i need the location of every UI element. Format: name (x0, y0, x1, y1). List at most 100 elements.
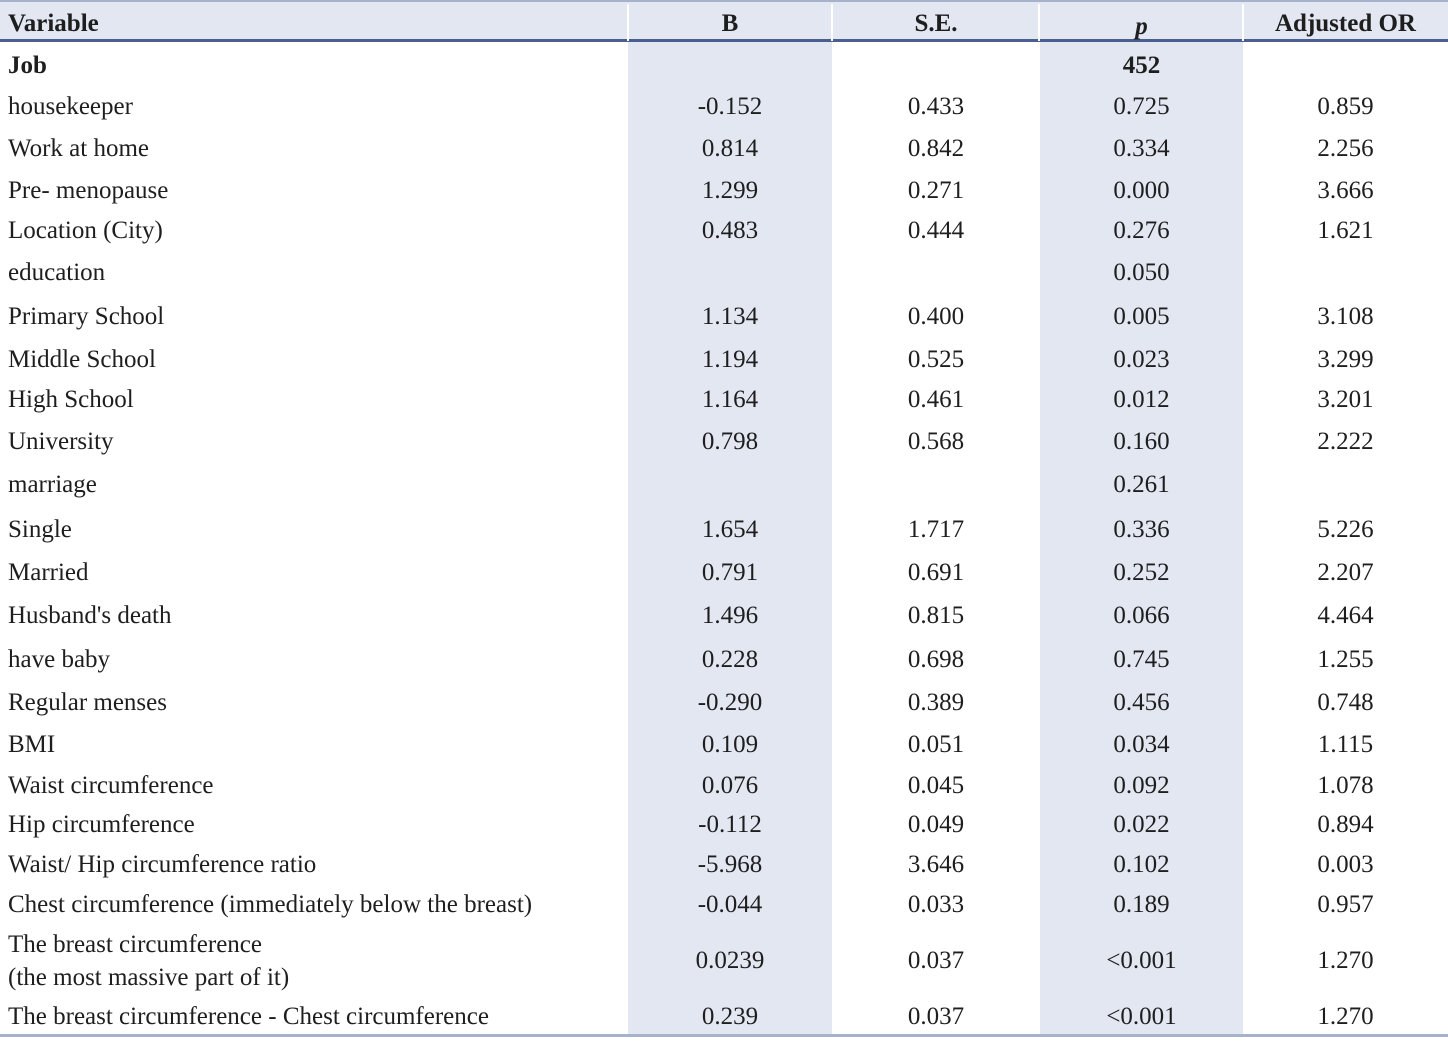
cell-b: -0.290 (697, 689, 763, 716)
cell-or: 0.748 (1317, 689, 1374, 716)
cell-variable: Single (8, 516, 72, 543)
header-b: B (721, 10, 739, 37)
cell-p: 0.276 (1113, 217, 1170, 244)
cell-se: 0.842 (907, 135, 965, 162)
cell-or: 1.115 (1317, 731, 1374, 758)
cell-p: 0.102 (1113, 851, 1170, 878)
cell-b: 0.239 (701, 1003, 759, 1030)
cell-variable: Primary School (8, 303, 165, 330)
table-bottom-rule (0, 1034, 1448, 1037)
cell-se: 0.037 (907, 1003, 965, 1030)
cell-b: 0.798 (701, 428, 759, 455)
cell-se: 0.815 (907, 602, 965, 629)
cell-p: 0.336 (1113, 516, 1170, 543)
cell-b: 0.791 (701, 559, 759, 586)
cell-se: 0.433 (907, 93, 965, 120)
cell-se: 0.461 (907, 386, 965, 413)
cell-variable: Hip circumference (8, 811, 195, 838)
cell-variable: Pre- menopause (8, 177, 169, 204)
cell-p: 0.189 (1113, 891, 1170, 918)
cell-variable-line: (the most massive part of it) (8, 964, 290, 991)
cell-variable: BMI (8, 731, 56, 758)
cell-or: 1.270 (1317, 1003, 1374, 1030)
cell-se: 0.049 (907, 811, 965, 838)
cell-variable: Job (8, 52, 47, 79)
cell-or: 2.256 (1317, 135, 1374, 162)
cell-b: 0.109 (701, 731, 759, 758)
cell-b: 0.228 (701, 646, 759, 673)
cell-variable: The breast circumference - Chest circumf… (8, 1003, 489, 1030)
cell-or: 0.859 (1317, 93, 1374, 120)
cell-se: 3.646 (907, 851, 965, 878)
cell-p: 0.160 (1113, 428, 1170, 455)
cell-se: 0.033 (907, 891, 965, 918)
regression-table: Variable B S.E. p Adjusted OR Job 452 hous… (0, 0, 1448, 1041)
cell-p: 0.000 (1113, 177, 1170, 204)
cell-or: 0.894 (1317, 811, 1374, 838)
cell-p: 0.050 (1113, 259, 1170, 286)
cell-variable: Chest circumference (immediately below t… (8, 891, 533, 918)
cell-se: 0.698 (907, 646, 965, 673)
cell-p: 452 (1122, 52, 1161, 79)
cell-b: -0.152 (697, 93, 763, 120)
cell-b: 0.0239 (695, 947, 765, 974)
cell-variable: The breast circumference (the most massiv… (8, 928, 608, 994)
cell-variable: Location (City) (8, 217, 163, 244)
cell-p: <0.001 (1106, 1003, 1177, 1030)
cell-or: 4.464 (1317, 602, 1374, 629)
cell-p: 0.012 (1113, 386, 1170, 413)
cell-or: 1.078 (1317, 772, 1374, 799)
cell-se: 0.051 (907, 731, 965, 758)
cell-se: 0.444 (907, 217, 965, 244)
cell-b: 0.483 (701, 217, 759, 244)
cell-b: 1.194 (701, 346, 759, 373)
cell-se: 0.045 (907, 772, 965, 799)
cell-b: 1.164 (701, 386, 759, 413)
cell-variable: Waist circumference (8, 772, 214, 799)
header-variable: Variable (8, 10, 99, 37)
cell-variable: housekeeper (8, 93, 133, 120)
cell-or: 2.207 (1317, 559, 1374, 586)
cell-b: -5.968 (697, 851, 763, 878)
cell-p: 0.456 (1113, 689, 1170, 716)
header-p: p (1135, 13, 1148, 40)
cell-p: 0.745 (1113, 646, 1170, 673)
cell-p: 0.005 (1113, 303, 1170, 330)
cell-se: 0.568 (907, 428, 965, 455)
cell-se: 1.717 (907, 516, 965, 543)
cell-or: 0.957 (1317, 891, 1374, 918)
cell-variable: Middle School (8, 346, 156, 373)
cell-variable: University (8, 428, 114, 455)
cell-variable: marriage (8, 471, 97, 498)
cell-se: 0.525 (907, 346, 965, 373)
cell-variable-line: The breast circumference (8, 931, 263, 958)
cell-p: 0.066 (1113, 602, 1170, 629)
cell-variable: have baby (8, 646, 111, 673)
cell-p: 0.023 (1113, 346, 1170, 373)
cell-b: 1.496 (701, 602, 759, 629)
cell-variable: Married (8, 559, 89, 586)
cell-or: 3.108 (1317, 303, 1374, 330)
cell-or: 3.666 (1317, 177, 1374, 204)
cell-p: 0.022 (1113, 811, 1170, 838)
cell-or: 3.299 (1317, 346, 1374, 373)
cell-se: 0.691 (907, 559, 965, 586)
cell-or: 1.270 (1317, 947, 1374, 974)
cell-variable: Waist/ Hip circumference ratio (8, 851, 317, 878)
table-header-row: Variable B S.E. p Adjusted OR (0, 0, 1448, 42)
cell-or: 1.621 (1317, 217, 1374, 244)
cell-b: 0.814 (701, 135, 759, 162)
header-se: S.E. (914, 10, 958, 37)
cell-p: <0.001 (1106, 947, 1177, 974)
cell-se: 0.400 (907, 303, 965, 330)
cell-b: 0.076 (701, 772, 759, 799)
cell-or: 0.003 (1317, 851, 1374, 878)
cell-b: -0.112 (698, 811, 762, 838)
cell-se: 0.271 (907, 177, 965, 204)
cell-b: -0.044 (697, 891, 763, 918)
cell-p: 0.092 (1113, 772, 1170, 799)
cell-p: 0.034 (1113, 731, 1170, 758)
cell-or: 1.255 (1317, 646, 1374, 673)
cell-p: 0.725 (1113, 93, 1170, 120)
cell-b: 1.134 (701, 303, 759, 330)
